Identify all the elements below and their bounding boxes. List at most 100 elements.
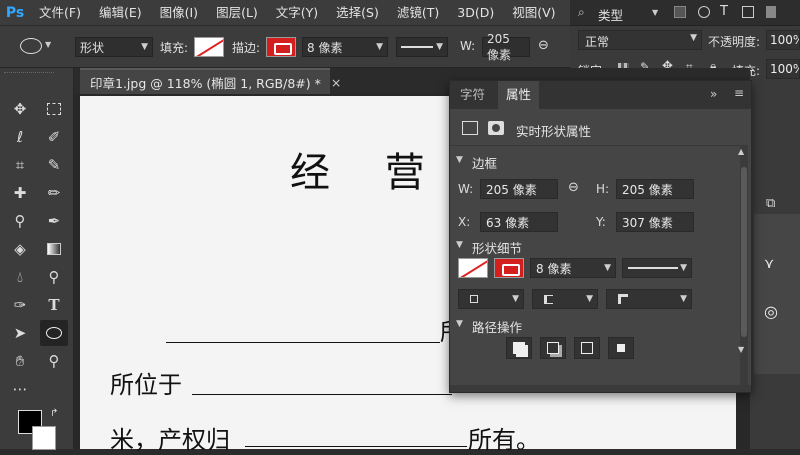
move-icon[interactable]: ✥	[6, 96, 34, 122]
filter-type-icon[interactable]: T	[720, 4, 728, 19]
x-field[interactable]: 63 像素	[480, 212, 558, 232]
blank-underline	[166, 342, 440, 343]
link-icon[interactable]: ⊖	[568, 180, 579, 195]
menu-3d[interactable]: 3D(D)	[448, 0, 503, 26]
h-field[interactable]: 205 像素	[616, 179, 694, 199]
filter-smart-icon[interactable]	[766, 6, 776, 18]
pen-icon[interactable]: ✑	[6, 292, 34, 318]
link-icon[interactable]: ⊖	[538, 38, 549, 53]
chevron-down-icon[interactable]: ▼	[456, 155, 463, 165]
blank-underline	[245, 446, 467, 447]
gradient-icon[interactable]	[40, 236, 68, 262]
stroke-swatch[interactable]	[266, 37, 296, 57]
width-value: 205 像素	[487, 31, 512, 62]
fill-swatch[interactable]	[194, 37, 224, 57]
blur-icon[interactable]: 💧︎	[6, 264, 34, 290]
path-anchor-icon[interactable]: ⋎	[764, 256, 774, 272]
w-field[interactable]: 205 像素	[480, 179, 558, 199]
zoom-icon[interactable]: ⚲	[40, 348, 68, 374]
stroke-width-field[interactable]: 8 像素 ▼	[302, 37, 388, 57]
opacity-field[interactable]: 100%	[766, 30, 800, 50]
background-color-swatch[interactable]	[32, 426, 56, 450]
y-label: Y:	[596, 215, 606, 229]
lasso-icon[interactable]: ℓ	[6, 124, 34, 150]
panel-resize-grip[interactable]	[450, 385, 751, 392]
stroke-corners-select[interactable]: ▼	[606, 289, 692, 309]
stroke-width-field[interactable]: 8 像素 ▼	[530, 258, 616, 278]
menu-type[interactable]: 文字(Y)	[267, 0, 327, 26]
brush-icon[interactable]: ✏	[40, 180, 68, 206]
exclude-shapes-icon[interactable]	[608, 337, 634, 359]
tab-properties[interactable]: 属性	[498, 81, 540, 109]
chevron-down-icon[interactable]: ▼	[45, 40, 51, 49]
chevron-down-icon: ▼	[512, 294, 519, 304]
mask-icon[interactable]	[488, 121, 504, 135]
scroll-up-icon[interactable]: ▲	[738, 147, 744, 156]
ellipse-tool-preset-icon[interactable]	[20, 38, 42, 54]
more-icon[interactable]: ⋯	[6, 376, 34, 402]
document-tab[interactable]: 印章1.jpg @ 118% (椭圆 1, RGB/8#) * ×	[80, 68, 341, 94]
shape-transform-icon[interactable]	[462, 121, 478, 135]
ellipse-icon[interactable]	[40, 320, 68, 346]
dodge-icon[interactable]: ⚲	[40, 264, 68, 290]
chevron-down-icon[interactable]: ▼	[456, 319, 463, 329]
eyedropper-icon[interactable]: ✎	[40, 152, 68, 178]
menu-layer[interactable]: 图层(L)	[207, 0, 267, 26]
quick-select-icon[interactable]: ✐	[40, 124, 68, 150]
close-icon[interactable]: ×	[331, 75, 341, 90]
layer-filter-label[interactable]: 类型	[598, 5, 623, 24]
subtract-shapes-icon[interactable]	[540, 337, 566, 359]
stamp-icon[interactable]: ⚲	[6, 208, 34, 234]
stroke-type-select[interactable]: ▼	[622, 258, 692, 278]
shape-mode-select[interactable]: 形状 ▼	[75, 37, 153, 57]
stroke-width-value: 8 像素	[536, 261, 572, 276]
panel-scrollbar-thumb[interactable]	[741, 167, 747, 337]
menu-select[interactable]: 选择(S)	[327, 0, 388, 26]
width-field[interactable]: 205 像素	[482, 32, 530, 62]
crop-icon[interactable]: ⌗	[6, 152, 34, 178]
menu-image[interactable]: 图像(I)	[151, 0, 207, 26]
stroke-align-select[interactable]: ▼	[458, 289, 524, 309]
type-icon[interactable]: T	[40, 292, 68, 318]
document-tab-title: 印章1.jpg @ 118% (椭圆 1, RGB/8#) *	[90, 75, 321, 91]
blend-mode-select[interactable]: 正常 ▼	[578, 30, 702, 50]
eraser-icon[interactable]: ◈	[6, 236, 34, 262]
chevron-down-icon[interactable]: ▼	[456, 240, 463, 250]
menu-view[interactable]: 视图(V)	[503, 0, 564, 26]
stroke-type-select[interactable]: ▼	[396, 37, 448, 57]
new-document-icon[interactable]: ⧉	[766, 196, 775, 211]
healing-icon[interactable]: ✚	[6, 180, 34, 206]
y-field[interactable]: 307 像素	[616, 212, 694, 232]
combine-shapes-icon[interactable]	[506, 337, 532, 359]
stroke-align-icon	[470, 295, 478, 303]
stroke-swatch[interactable]	[494, 258, 524, 278]
mask-icon[interactable]: ◎	[764, 302, 778, 321]
filter-shape-icon[interactable]	[742, 6, 754, 18]
line4-suffix: 所有。	[468, 426, 540, 454]
chevron-down-icon[interactable]: ▼	[652, 8, 658, 17]
layer-thumbnail	[754, 214, 800, 374]
collapse-icon[interactable]: »	[710, 87, 717, 101]
history-brush-icon[interactable]: ✒	[40, 208, 68, 234]
fill-field[interactable]: 100%	[766, 59, 800, 79]
chevron-down-icon: ▼	[680, 263, 687, 273]
properties-tab-bar: 字符 属性 » ≡	[450, 81, 751, 109]
swap-colors-icon[interactable]: ↱	[50, 408, 58, 419]
fill-swatch[interactable]	[458, 258, 488, 278]
line-style-icon	[628, 267, 678, 269]
stroke-width-value: 8 像素	[307, 40, 343, 55]
hand-icon[interactable]: ✋︎	[6, 348, 34, 374]
tab-character[interactable]: 字符	[452, 81, 493, 109]
scroll-down-icon[interactable]: ▼	[738, 345, 744, 354]
filter-pixel-icon[interactable]	[674, 6, 686, 18]
options-bar: ▼ 形状 ▼ 填充: 描边: 8 像素 ▼ ▼ W: 205 像素 ⊖	[0, 26, 570, 68]
intersect-shapes-icon[interactable]	[574, 337, 600, 359]
menu-file[interactable]: 文件(F)	[30, 0, 90, 26]
filter-adjust-icon[interactable]	[698, 6, 710, 18]
stroke-caps-select[interactable]: ▼	[532, 289, 598, 309]
rect-marquee-icon[interactable]	[40, 96, 68, 122]
panel-menu-icon[interactable]: ≡	[734, 86, 744, 100]
menu-filter[interactable]: 滤镜(T)	[388, 0, 448, 26]
menu-edit[interactable]: 编辑(E)	[90, 0, 151, 26]
path-select-icon[interactable]: ➤	[6, 320, 34, 346]
